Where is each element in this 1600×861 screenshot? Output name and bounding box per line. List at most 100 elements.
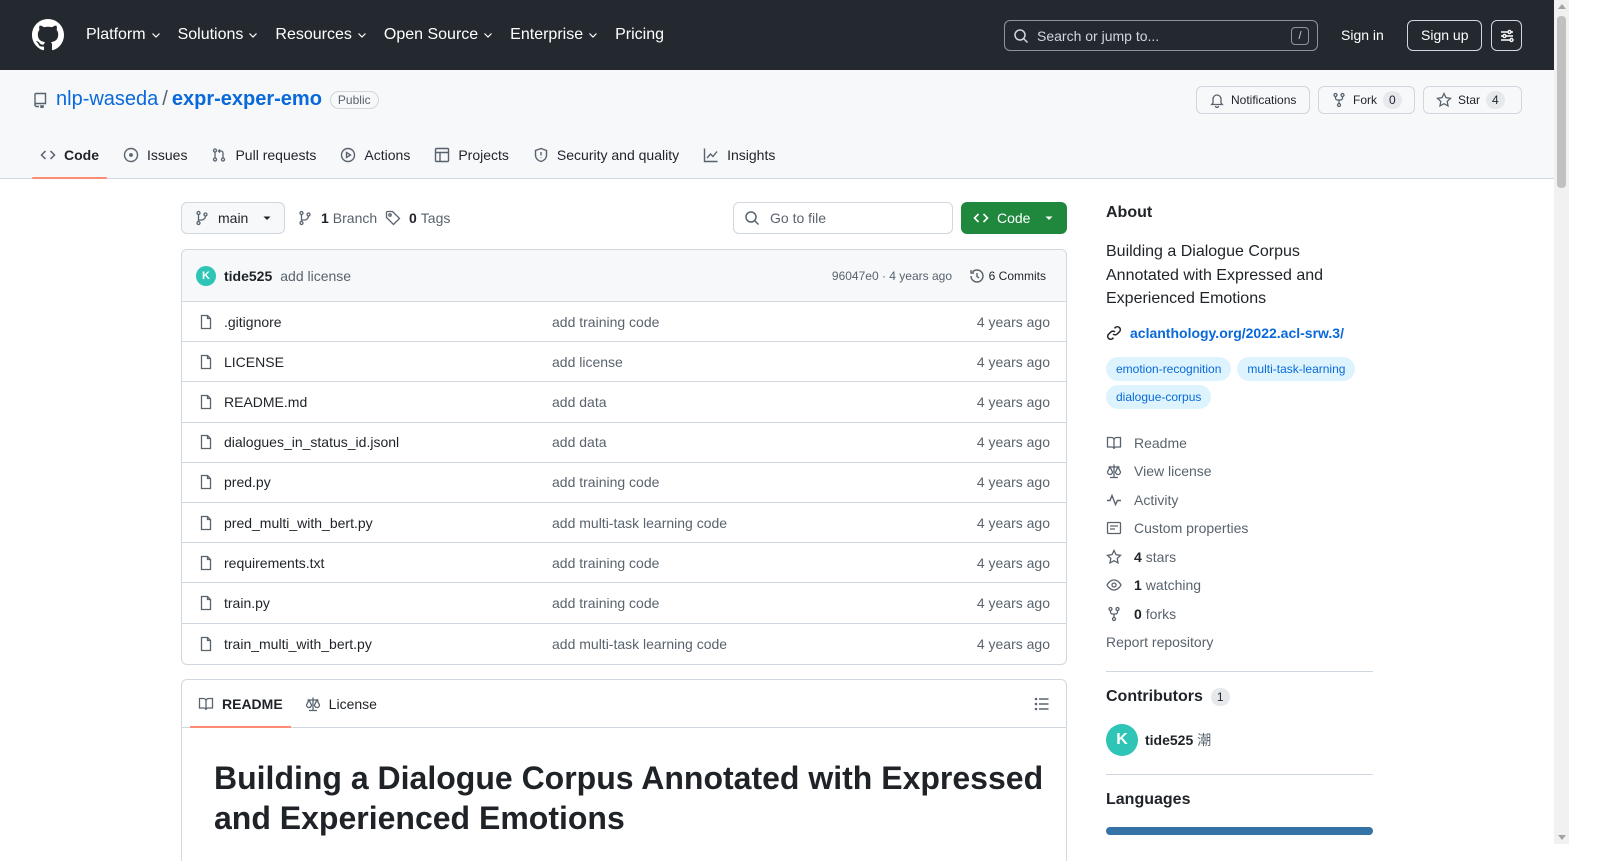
file-name-link[interactable]: README.md [224,394,552,410]
tab-insights[interactable]: Insights [695,132,783,178]
tab-projects[interactable]: Projects [426,132,517,178]
avatar[interactable]: K [196,265,216,286]
sign-up-button[interactable]: Sign up [1407,20,1483,51]
watchers-link[interactable]: 1 watching [1106,571,1373,600]
star-group: Star 4 [1423,86,1522,114]
sign-in-link[interactable]: Sign in [1328,20,1397,51]
global-header: Platform Solutions Resources Open Source… [0,0,1554,70]
nav-enterprise[interactable]: Enterprise [510,20,599,50]
file-commit-message-link[interactable]: add training code [552,314,659,330]
topic-tag[interactable]: dialogue-corpus [1106,384,1212,409]
sliders-icon [1500,29,1514,42]
tab-label: Code [64,147,99,163]
tab-issues[interactable]: Issues [115,132,195,178]
contributors-heading[interactable]: Contributors [1106,688,1203,706]
commit-author-link[interactable]: tide525 [224,268,272,284]
tab-actions[interactable]: Actions [332,132,418,178]
file-commit-message-link[interactable]: add multi-task learning code [552,515,727,531]
tab-code[interactable]: Code [32,132,107,179]
file-name-link[interactable]: dialogues_in_status_id.jsonl [224,434,552,450]
tab-readme[interactable]: README [190,680,291,728]
tags-link[interactable]: 0 Tags [385,202,450,234]
repo-owner-link[interactable]: nlp-waseda [56,88,158,111]
nav-resources[interactable]: Resources [275,20,367,50]
file-name-link[interactable]: train.py [224,595,552,611]
nav-platform[interactable]: Platform [86,20,162,50]
code-dropdown-button[interactable]: Code [961,202,1067,234]
tab-pull-requests[interactable]: Pull requests [203,132,324,178]
notifications-button[interactable]: Notifications [1196,86,1310,114]
file-commit-message-link[interactable]: add training code [552,555,659,571]
readme-panel: README License Building a Dialogue Corpu… [181,679,1067,861]
divider [1106,773,1373,775]
activity-link[interactable]: Activity [1106,486,1373,515]
file-icon [200,435,212,450]
scrollbar-thumb[interactable] [1557,16,1566,188]
repo-name-link[interactable]: expr-exper-emo [172,88,322,111]
file-name-link[interactable]: .gitignore [224,314,552,330]
branches-link[interactable]: 1 Branch [297,202,377,234]
tab-security[interactable]: Security and quality [525,132,687,178]
nav-solutions[interactable]: Solutions [178,20,260,50]
topic-tag[interactable]: emotion-recognition [1106,356,1232,381]
file-name-link[interactable]: pred_multi_with_bert.py [224,515,552,531]
file-name-link[interactable]: train_multi_with_bert.py [224,636,552,652]
readme-link[interactable]: Readme [1106,429,1373,458]
github-logo-icon[interactable] [32,19,64,51]
global-nav: Platform Solutions Resources Open Source… [86,20,680,50]
star-button[interactable]: Star 4 [1423,86,1522,114]
file-name-link[interactable]: pred.py [224,474,552,490]
file-name-link[interactable]: LICENSE [224,354,552,370]
file-commit-date: 4 years ago [976,353,1050,370]
stars-link[interactable]: 4 stars [1106,543,1373,572]
file-commit-message-link[interactable]: add training code [552,474,659,490]
file-icon [200,354,212,369]
caret-down-icon [1045,216,1053,220]
file-name-link[interactable]: requirements.txt [224,555,552,571]
commit-sha-time[interactable]: 96047e0 · 4 years ago [832,269,952,283]
scroll-down-arrow[interactable] [1558,835,1566,840]
file-icon [200,595,212,611]
code-icon [40,150,56,160]
stars-count: 4 [1134,548,1142,565]
file-commit-message-link[interactable]: add multi-task learning code [552,636,727,652]
global-search-input[interactable]: Search or jump to... / [1004,20,1318,51]
view-license-link[interactable]: View license [1106,457,1373,486]
file-commit-message-link[interactable]: add training code [552,595,659,611]
tab-license[interactable]: License [297,680,385,727]
contributor-login[interactable]: tide525 [1145,732,1193,748]
table-row: requirements.txt add training code 4 years… [182,543,1066,584]
forks-link[interactable]: 0 forks [1106,600,1373,629]
search-shortcut-key: / [1291,27,1309,45]
file-commit-date: 4 years ago [976,594,1050,611]
scroll-up-arrow[interactable] [1558,4,1566,9]
file-icon [200,515,212,530]
topic-tag[interactable]: multi-task-learning [1237,356,1356,381]
contributors-header: Contributors 1 [1106,687,1373,706]
list-outline-icon[interactable] [1034,696,1050,712]
page-scrollbar[interactable] [1554,0,1569,844]
command-palette-button[interactable] [1491,20,1522,51]
avatar[interactable]: K [1106,723,1138,756]
commits-label: 6 Commits [988,268,1046,283]
nav-open-source[interactable]: Open Source [384,20,494,50]
nav-pricing[interactable]: Pricing [615,20,664,50]
report-repository-link[interactable]: Report repository [1106,628,1373,657]
table-row: LICENSE add license 4 years ago [182,342,1066,383]
contributor-item[interactable]: K tide525 潮 [1106,723,1373,756]
file-commit-message-link[interactable]: add data [552,394,607,410]
commits-link[interactable]: 6 Commits [969,268,1046,284]
file-commit-message-link[interactable]: add data [552,434,607,450]
homepage-link[interactable]: aclanthology.org/2022.acl-srw.3/ [1106,325,1373,341]
commit-message-link[interactable]: add license [280,268,351,284]
homepage-url: aclanthology.org/2022.acl-srw.3/ [1130,324,1344,341]
table-row: pred_multi_with_bert.py add multi-task le… [182,503,1066,544]
code-icon [973,213,989,223]
branch-selector[interactable]: main [181,202,286,234]
custom-properties-link[interactable]: Custom properties [1106,514,1373,543]
go-to-file-input[interactable]: Go to file [733,202,953,234]
file-commit-message-link[interactable]: add license [552,354,623,370]
law-icon [1106,464,1122,479]
file-commit-date: 4 years ago [976,313,1050,330]
fork-button[interactable]: Fork 0 [1318,86,1415,114]
